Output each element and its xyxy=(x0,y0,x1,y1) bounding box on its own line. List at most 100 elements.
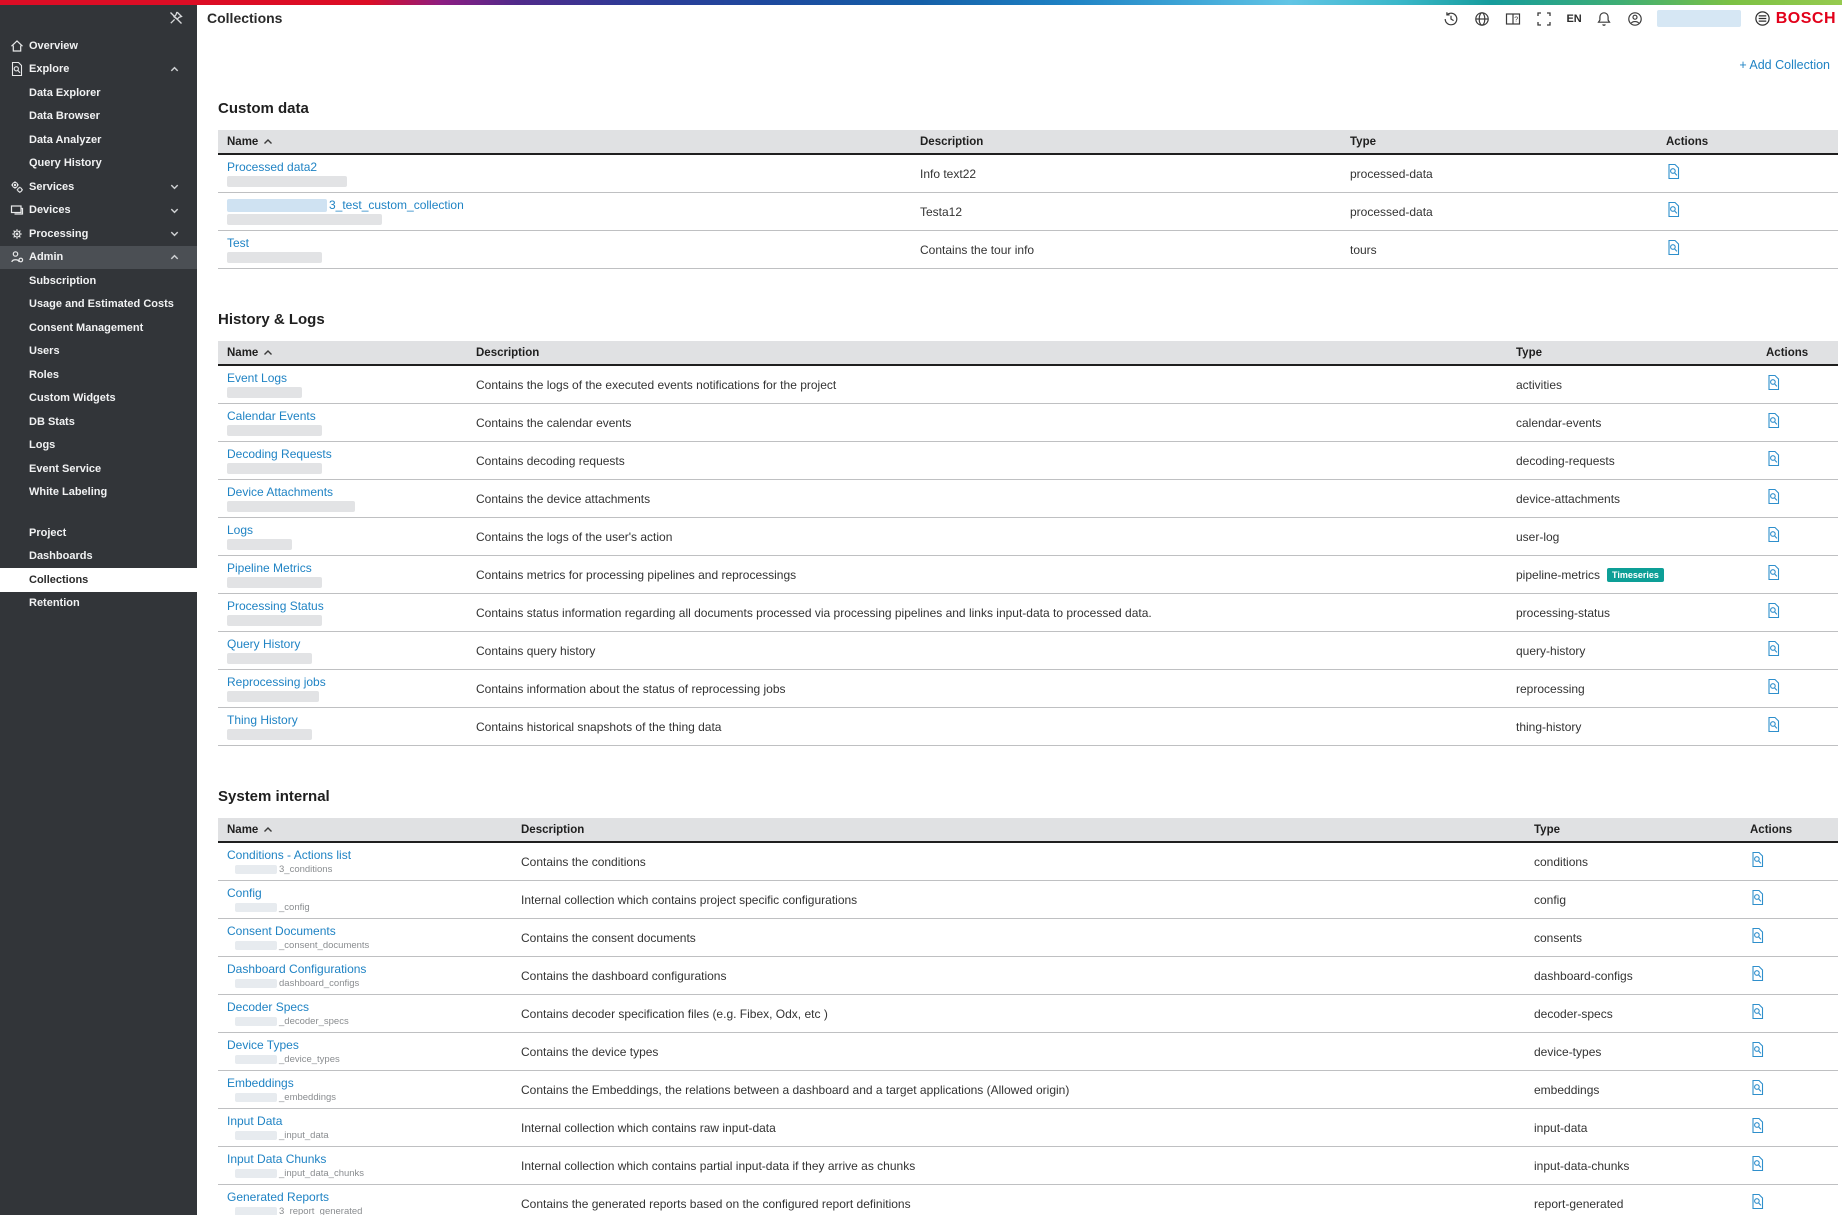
sidebar-item-explore[interactable]: Explore xyxy=(0,58,197,82)
account-icon[interactable] xyxy=(1626,10,1644,28)
sidebar-subitem-white-labeling[interactable]: White Labeling xyxy=(0,481,197,505)
collection-name-link[interactable]: Event Logs xyxy=(227,371,287,385)
sidebar-subitem-usage-and-estimated-costs[interactable]: Usage and Estimated Costs xyxy=(0,293,197,317)
view-collection-icon[interactable] xyxy=(1766,640,1782,657)
globe-icon[interactable] xyxy=(1473,10,1491,28)
view-collection-icon[interactable] xyxy=(1666,163,1682,180)
collection-name-link[interactable]: Decoding Requests xyxy=(227,447,332,461)
sidebar-subitem-query-history[interactable]: Query History xyxy=(0,152,197,176)
page-title: Collections xyxy=(207,5,282,32)
sidebar-subitem-roles[interactable]: Roles xyxy=(0,363,197,387)
view-collection-icon[interactable] xyxy=(1750,1117,1766,1134)
view-collection-icon[interactable] xyxy=(1766,412,1782,429)
collection-name-link[interactable]: Processed data2 xyxy=(227,160,317,174)
view-collection-icon[interactable] xyxy=(1750,1003,1766,1020)
view-collection-icon[interactable] xyxy=(1766,716,1782,733)
unpin-sidebar-icon[interactable] xyxy=(167,9,185,27)
collection-name-link[interactable]: Embeddings xyxy=(227,1076,294,1090)
admin-icon xyxy=(9,249,25,265)
sort-ascending-icon[interactable] xyxy=(263,825,273,835)
collection-name-link[interactable]: Dashboard Configurations xyxy=(227,962,366,976)
collection-name-link[interactable]: Pipeline Metrics xyxy=(227,561,312,575)
collection-name-link[interactable]: Input Data Chunks xyxy=(227,1152,326,1166)
sort-ascending-icon[interactable] xyxy=(263,348,273,358)
history-icon[interactable] xyxy=(1442,10,1460,28)
masked-text xyxy=(227,577,322,588)
column-header-name[interactable]: Name xyxy=(218,347,467,359)
sidebar-item-overview[interactable]: Overview xyxy=(0,34,197,58)
help-panel-icon[interactable]: ? xyxy=(1504,10,1522,28)
chevron-down-icon[interactable] xyxy=(169,181,180,192)
language-selector[interactable]: EN xyxy=(1566,13,1581,25)
sidebar-subitem-event-service[interactable]: Event Service xyxy=(0,457,197,481)
sidebar-item-admin[interactable]: Admin xyxy=(0,246,197,270)
sidebar-item-collections[interactable]: Collections xyxy=(0,568,197,592)
collection-name-link[interactable]: Calendar Events xyxy=(227,409,316,423)
view-collection-icon[interactable] xyxy=(1766,526,1782,543)
chevron-down-icon[interactable] xyxy=(169,205,180,216)
table-body: Conditions - Actions list3_conditionsCon… xyxy=(218,843,1838,1215)
view-collection-icon[interactable] xyxy=(1750,965,1766,982)
view-collection-icon[interactable] xyxy=(1750,927,1766,944)
column-header-name[interactable]: Name xyxy=(218,824,512,836)
view-collection-icon[interactable] xyxy=(1750,1155,1766,1172)
notifications-bell-icon[interactable] xyxy=(1595,10,1613,28)
collection-name-link[interactable]: Processing Status xyxy=(227,599,324,613)
view-collection-icon[interactable] xyxy=(1766,488,1782,505)
sidebar-item-project[interactable]: Project xyxy=(0,521,197,545)
view-collection-icon[interactable] xyxy=(1766,678,1782,695)
collection-name-link[interactable]: Logs xyxy=(227,523,253,537)
table-row: TestContains the tour infotours xyxy=(218,231,1838,269)
view-collection-icon[interactable] xyxy=(1766,564,1782,581)
sidebar-subitem-label: Data Explorer xyxy=(29,87,101,99)
collection-name-link[interactable]: Conditions - Actions list xyxy=(227,848,351,862)
view-collection-icon[interactable] xyxy=(1750,889,1766,906)
sidebar-subitem-data-analyzer[interactable]: Data Analyzer xyxy=(0,128,197,152)
sidebar-item-label: Overview xyxy=(29,40,78,52)
view-collection-icon[interactable] xyxy=(1766,374,1782,391)
sidebar-item-processing[interactable]: Processing xyxy=(0,222,197,246)
view-collection-icon[interactable] xyxy=(1766,450,1782,467)
collection-name-link[interactable]: Query History xyxy=(227,637,300,651)
fullscreen-icon[interactable] xyxy=(1535,10,1553,28)
sidebar-item-dashboards[interactable]: Dashboards xyxy=(0,545,197,569)
sidebar-subitem-consent-management[interactable]: Consent Management xyxy=(0,316,197,340)
sidebar-item-services[interactable]: Services xyxy=(0,175,197,199)
chevron-up-icon[interactable] xyxy=(169,64,180,75)
sidebar-subitem-logs[interactable]: Logs xyxy=(0,434,197,458)
add-collection-button[interactable]: + Add Collection xyxy=(1739,58,1830,72)
actions-cell xyxy=(1757,450,1838,472)
sidebar-subitem-data-browser[interactable]: Data Browser xyxy=(0,105,197,129)
collection-name-link[interactable]: Input Data xyxy=(227,1114,282,1128)
view-collection-icon[interactable] xyxy=(1750,1193,1766,1210)
view-collection-icon[interactable] xyxy=(1666,239,1682,256)
collection-name-link[interactable]: 3_test_custom_collection xyxy=(329,198,464,212)
view-collection-icon[interactable] xyxy=(1766,602,1782,619)
view-collection-icon[interactable] xyxy=(1750,851,1766,868)
actions-cell xyxy=(1741,1155,1838,1177)
sidebar-subitem-db-stats[interactable]: DB Stats xyxy=(0,410,197,434)
collection-name-link[interactable]: Decoder Specs xyxy=(227,1000,309,1014)
collection-name-link[interactable]: Thing History xyxy=(227,713,298,727)
sidebar-subitem-users[interactable]: Users xyxy=(0,340,197,364)
view-collection-icon[interactable] xyxy=(1750,1079,1766,1096)
collection-name-link[interactable]: Device Types xyxy=(227,1038,299,1052)
sidebar-subitem-subscription[interactable]: Subscription xyxy=(0,269,197,293)
collection-name-link[interactable]: Config xyxy=(227,886,262,900)
chevron-down-icon[interactable] xyxy=(169,228,180,239)
collection-name-link[interactable]: Test xyxy=(227,236,249,250)
collection-name-link[interactable]: Consent Documents xyxy=(227,924,336,938)
chevron-up-icon[interactable] xyxy=(169,252,180,263)
sidebar-item-retention[interactable]: Retention xyxy=(0,592,197,616)
sidebar-subitem-custom-widgets[interactable]: Custom Widgets xyxy=(0,387,197,411)
collection-name-link[interactable]: Device Attachments xyxy=(227,485,333,499)
column-header-name[interactable]: Name xyxy=(218,136,911,148)
view-collection-icon[interactable] xyxy=(1666,201,1682,218)
view-collection-icon[interactable] xyxy=(1750,1041,1766,1058)
table-row: Pipeline MetricsContains metrics for pro… xyxy=(218,556,1838,594)
sidebar-item-devices[interactable]: Devices xyxy=(0,199,197,223)
sidebar-subitem-data-explorer[interactable]: Data Explorer xyxy=(0,81,197,105)
collection-name-link[interactable]: Generated Reports xyxy=(227,1190,329,1204)
sort-ascending-icon[interactable] xyxy=(263,137,273,147)
collection-name-link[interactable]: Reprocessing jobs xyxy=(227,675,326,689)
